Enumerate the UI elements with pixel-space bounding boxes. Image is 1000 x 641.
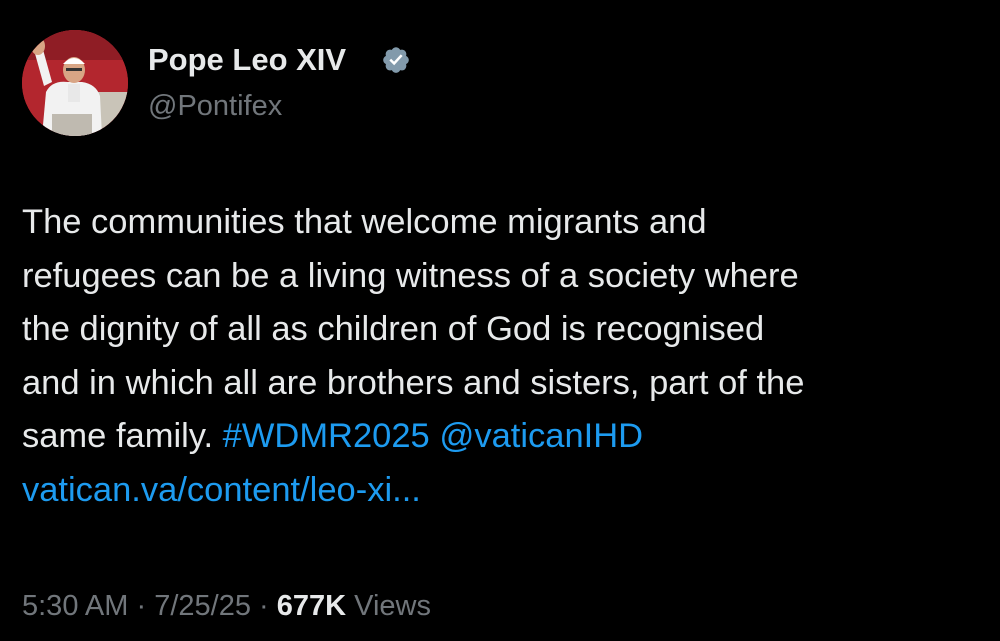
author-avatar[interactable] bbox=[22, 30, 128, 136]
author-handle[interactable]: @Pontifex bbox=[148, 88, 282, 124]
tweet-text: The communities that welcome migrants an… bbox=[22, 196, 982, 517]
tweet-meta: 5:30 AM · 7/25/25 · 677K Views bbox=[22, 588, 431, 624]
tweet-line-last: same family. #WDMR2025 @vaticanIHD bbox=[22, 410, 982, 464]
tweet-line: The communities that welcome migrants an… bbox=[22, 203, 707, 241]
post-time[interactable]: 5:30 AM bbox=[22, 590, 128, 622]
views-count[interactable]: 677K bbox=[277, 590, 346, 622]
avatar-photo bbox=[22, 30, 128, 136]
author-name[interactable]: Pope Leo XIV bbox=[148, 42, 346, 78]
tweet-line: the dignity of all as children of God is… bbox=[22, 310, 765, 348]
hashtag-link[interactable]: #WDMR2025 bbox=[223, 417, 430, 455]
tweet-line: and in which all are brothers and sister… bbox=[22, 363, 805, 402]
url-line: vatican.va/content/leo-xi... bbox=[22, 464, 982, 518]
meta-separator: · bbox=[136, 590, 147, 622]
views-label: Views bbox=[354, 590, 431, 622]
mention-link[interactable]: @vaticanIHD bbox=[439, 417, 643, 455]
tweet-line: refugees can be a living witness of a so… bbox=[22, 256, 799, 295]
meta-separator: · bbox=[259, 590, 269, 622]
verified-badge-icon[interactable] bbox=[381, 45, 411, 75]
tweet-card: Pope Leo XIV @Pontifex The communities t… bbox=[0, 0, 1000, 641]
external-link[interactable]: vatican.va/content/leo-xi... bbox=[22, 471, 421, 509]
tweet-line-text: same family. bbox=[22, 417, 223, 455]
post-date[interactable]: 7/25/25 bbox=[154, 590, 251, 622]
